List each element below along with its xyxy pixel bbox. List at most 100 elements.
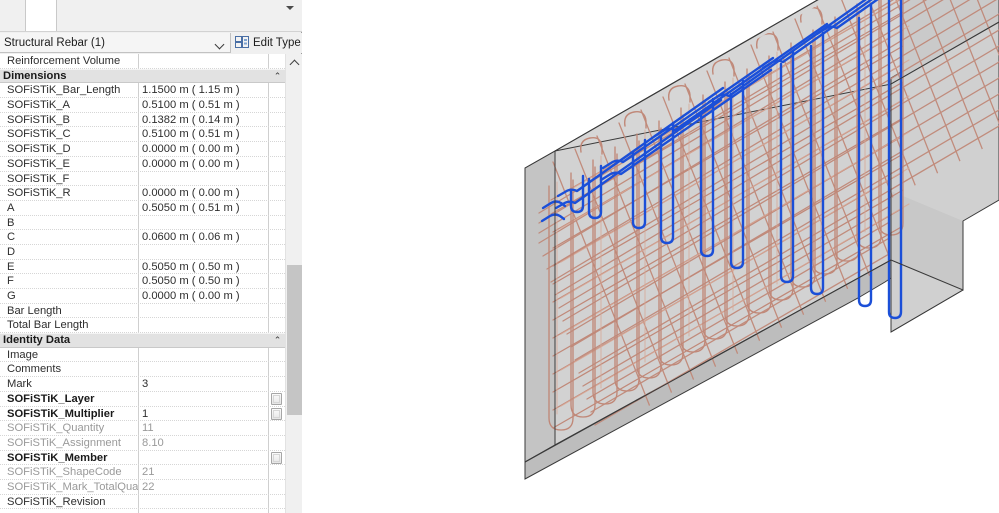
property-row[interactable]: Image xyxy=(0,347,285,363)
property-value[interactable]: 11 xyxy=(139,421,269,435)
3d-model-viewport[interactable] xyxy=(303,0,999,513)
property-value[interactable]: 1 xyxy=(139,406,269,421)
property-value[interactable]: 0.0000 m ( 0.00 m ) xyxy=(139,289,269,303)
property-value[interactable]: 0.0600 m ( 0.06 m ) xyxy=(139,230,269,244)
property-value[interactable]: 0.0000 m ( 0.00 m ) xyxy=(139,142,269,156)
type-name-label: Structural Rebar Container 106 xyxy=(61,0,283,3)
property-name: SOFiSTiK_Layer xyxy=(0,391,139,406)
collapse-chevron-icon[interactable]: ⌃ xyxy=(269,71,285,81)
property-value[interactable]: 0.5050 m ( 0.50 m ) xyxy=(139,274,269,288)
property-value[interactable]: 0.0000 m ( 0.00 m ) xyxy=(139,156,269,171)
type-selector[interactable]: Structural Rebar Container Structural Re… xyxy=(59,0,286,32)
property-row[interactable]: Mark 3 xyxy=(0,377,285,392)
property-row[interactable]: SOFiSTiK_Revision xyxy=(0,494,285,510)
property-name: C xyxy=(0,230,139,244)
property-row-button-cell xyxy=(269,347,285,362)
property-row[interactable]: B xyxy=(0,215,285,231)
revit-window: Structural Rebar Container Structural Re… xyxy=(0,0,999,513)
property-row-button-cell xyxy=(269,303,285,318)
property-row-button-cell xyxy=(269,509,285,513)
property-name: SOFiSTiK_A xyxy=(0,98,139,112)
property-value[interactable] xyxy=(139,303,269,318)
property-row[interactable]: SOFiSTiK_ShapeCode 21 xyxy=(0,465,285,480)
scrollbar-thumb[interactable] xyxy=(287,265,302,415)
property-value[interactable]: 21 xyxy=(139,465,269,479)
property-group-header[interactable]: Dimensions ⌃ xyxy=(0,68,285,84)
property-value[interactable]: 0.1382 m ( 0.14 m ) xyxy=(139,112,269,127)
property-name: SOFiSTiK_Member xyxy=(0,450,139,465)
property-group-title: Dimensions xyxy=(3,70,67,83)
property-value[interactable]: 1.1500 m ( 1.15 m ) xyxy=(139,83,269,98)
browse-button[interactable] xyxy=(271,451,282,464)
property-value[interactable] xyxy=(139,391,269,406)
property-name xyxy=(0,509,139,513)
property-grid-scrollbar[interactable] xyxy=(285,54,302,513)
property-row[interactable]: SOFiSTiK_Member xyxy=(0,450,285,466)
property-row[interactable]: SOFiSTiK_Bar_Length 1.1500 m ( 1.15 m ) xyxy=(0,83,285,99)
property-value[interactable]: 8.10 xyxy=(139,435,269,450)
property-value[interactable]: 22 xyxy=(139,479,269,494)
property-group-header[interactable]: Identity Data ⌃ xyxy=(0,333,285,348)
property-row-button-cell xyxy=(269,421,285,435)
property-value[interactable]: 0.5100 m ( 0.51 m ) xyxy=(139,98,269,112)
instance-selector-combobox[interactable]: Structural Rebar (1) xyxy=(0,33,231,53)
property-row[interactable]: SOFiSTiK_C 0.5100 m ( 0.51 m ) xyxy=(0,127,285,143)
property-row-button-cell xyxy=(269,435,285,450)
edit-type-button[interactable]: Edit Type xyxy=(233,33,302,53)
type-selector-header: Structural Rebar Container Structural Re… xyxy=(0,0,302,32)
property-name: E xyxy=(0,259,139,274)
property-name: SOFiSTiK_F xyxy=(0,171,139,186)
property-row[interactable]: SOFiSTiK_Multiplier 1 xyxy=(0,406,285,422)
property-row[interactable]: SOFiSTiK_Mark_TotalQuantity22 xyxy=(0,479,285,495)
property-row[interactable]: D xyxy=(0,244,285,260)
property-row[interactable]: Comments xyxy=(0,362,285,378)
property-row[interactable]: SOFiSTiK_E 0.0000 m ( 0.00 m ) xyxy=(0,156,285,172)
property-value[interactable]: 0.0000 m ( 0.00 m ) xyxy=(139,186,269,200)
property-value[interactable] xyxy=(139,215,269,230)
chevron-down-icon[interactable] xyxy=(212,34,230,52)
property-value[interactable]: 3 xyxy=(139,377,269,391)
property-value[interactable]: 0.5050 m ( 0.51 m ) xyxy=(139,200,269,215)
property-value[interactable] xyxy=(139,509,269,513)
property-row[interactable]: SOFiSTiK_Layer xyxy=(0,391,285,407)
property-row[interactable]: SOFiSTiK_R 0.0000 m ( 0.00 m ) xyxy=(0,186,285,201)
property-value[interactable] xyxy=(139,54,269,68)
property-row[interactable]: SOFiSTiK_D 0.0000 m ( 0.00 m ) xyxy=(0,142,285,157)
property-name: SOFiSTiK_R xyxy=(0,186,139,200)
browse-button[interactable] xyxy=(271,392,282,405)
property-row[interactable]: E 0.5050 m ( 0.50 m ) xyxy=(0,259,285,275)
property-row[interactable]: G 0.0000 m ( 0.00 m ) xyxy=(0,289,285,304)
property-row[interactable]: SOFiSTiK_F xyxy=(0,171,285,187)
property-value[interactable] xyxy=(139,450,269,465)
collapse-chevron-icon[interactable]: ⌃ xyxy=(269,335,285,345)
property-value[interactable] xyxy=(139,171,269,186)
property-row[interactable]: A 0.5050 m ( 0.51 m ) xyxy=(0,200,285,216)
property-value[interactable] xyxy=(139,318,269,333)
property-value[interactable] xyxy=(139,347,269,362)
property-value[interactable] xyxy=(139,362,269,377)
property-row[interactable] xyxy=(0,509,285,513)
instance-selector-value: Structural Rebar (1) xyxy=(4,36,105,49)
browse-button[interactable] xyxy=(271,407,282,420)
property-name: D xyxy=(0,244,139,259)
chevron-up-icon[interactable] xyxy=(286,54,302,71)
property-row[interactable]: F 0.5050 m ( 0.50 m ) xyxy=(0,274,285,289)
chevron-down-icon[interactable] xyxy=(286,6,294,10)
property-row[interactable]: Bar Length xyxy=(0,303,285,319)
property-row[interactable]: SOFiSTiK_A 0.5100 m ( 0.51 m ) xyxy=(0,98,285,113)
property-row[interactable]: SOFiSTiK_Quantity 11 xyxy=(0,421,285,436)
property-row[interactable]: C 0.0600 m ( 0.06 m ) xyxy=(0,230,285,245)
rebar-model-graphic xyxy=(524,0,999,480)
property-row[interactable]: SOFiSTiK_Assignment 8.10 xyxy=(0,435,285,451)
property-value[interactable] xyxy=(139,244,269,259)
property-row[interactable]: Total Bar Length xyxy=(0,318,285,334)
property-row-button-cell xyxy=(269,186,285,200)
property-row-button-cell xyxy=(269,127,285,142)
property-name: B xyxy=(0,215,139,230)
property-row-button-cell xyxy=(269,479,285,494)
property-value[interactable] xyxy=(139,494,269,509)
property-row[interactable]: SOFiSTiK_B 0.1382 m ( 0.14 m ) xyxy=(0,112,285,128)
property-row[interactable]: Reinforcement Volume xyxy=(0,54,285,69)
property-value[interactable]: 0.5050 m ( 0.50 m ) xyxy=(139,259,269,274)
property-value[interactable]: 0.5100 m ( 0.51 m ) xyxy=(139,127,269,142)
